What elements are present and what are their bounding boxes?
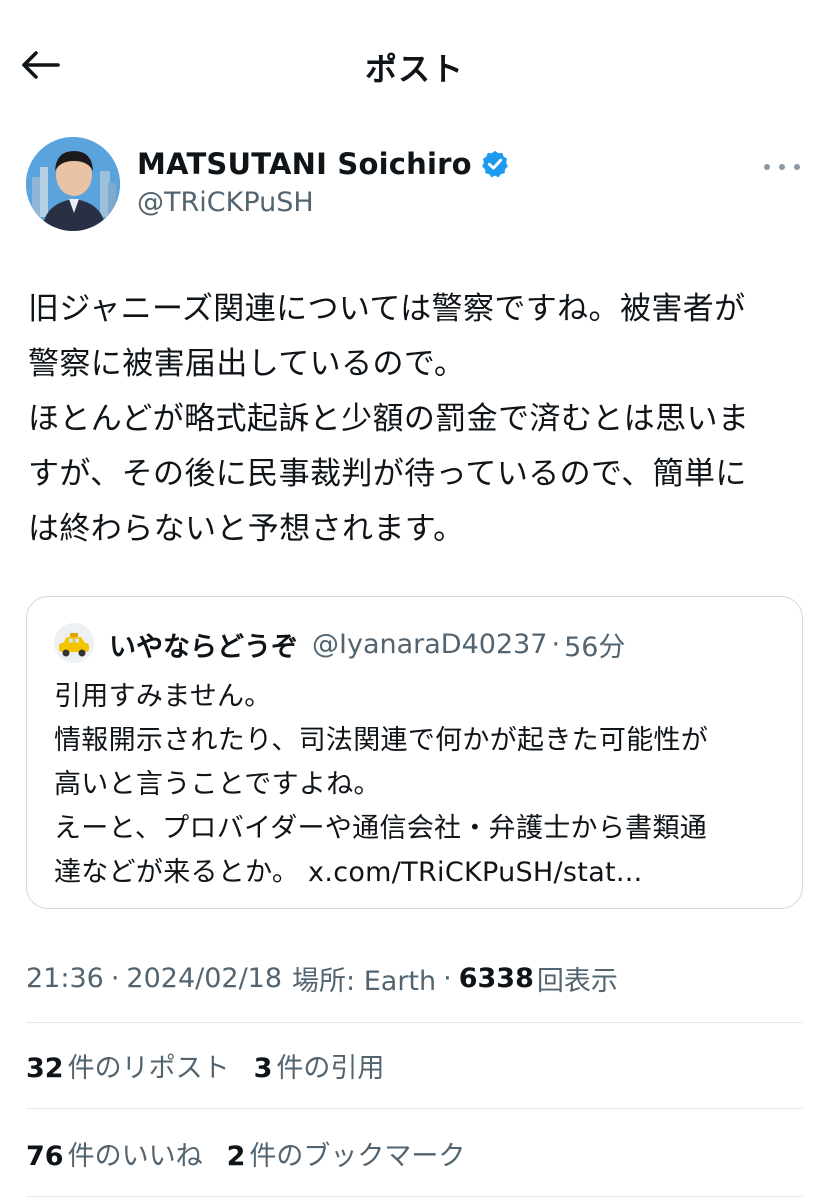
- more-options-icon[interactable]: [764, 159, 800, 175]
- divider: [26, 1196, 803, 1197]
- likes-label: 件のいいね: [67, 1140, 203, 1172]
- quoted-author-name: いやならどうぞ: [109, 631, 298, 663]
- reposts-count: 32: [26, 1052, 64, 1084]
- quoted-header: いやならどうぞ @IyanaraD40237 · 56分: [109, 624, 625, 664]
- post-line: ほとんどが略式起訴と少額の罰金で済むとは思いま: [28, 401, 750, 437]
- post-line: は終わらないと予想されます。: [28, 511, 465, 547]
- reposts-stat[interactable]: 32 件のリポスト: [26, 1046, 230, 1085]
- verified-badge-icon: [481, 150, 508, 178]
- quoted-line: 情報開示されたり、司法関連で何かが起きた可能性が: [54, 725, 709, 756]
- quoted-line: えーと、プロバイダーや通信会社・弁護士から書類通: [54, 813, 708, 844]
- quoted-body: 引用すみません。 情報開示されたり、司法関連で何かが起きた可能性が 高いと言うこ…: [54, 675, 794, 895]
- page-title: ポスト: [364, 50, 464, 88]
- bookmarks-stat[interactable]: 2 件のブックマーク: [227, 1134, 466, 1173]
- post-detail-page: ポスト MATSUTANI Soichiro @TRiCKPuSH 旧ジャニーズ…: [0, 0, 829, 1200]
- bookmarks-label: 件のブックマーク: [249, 1140, 466, 1172]
- like-stats-row: 76 件のいいね 2 件のブックマーク: [26, 1131, 489, 1175]
- post-line: すが、その後に民事裁判が待っているので、簡単に: [28, 456, 747, 492]
- quoted-time: 56分: [564, 631, 626, 663]
- top-bar: ポスト: [0, 0, 829, 130]
- separator-dot: ·: [443, 962, 452, 994]
- reposts-label: 件のリポスト: [67, 1052, 230, 1084]
- quoted-author-handle: @IyanaraD40237: [312, 628, 548, 660]
- likes-count: 76: [26, 1140, 64, 1172]
- separator-dot: ·: [110, 962, 120, 994]
- quoted-line: 引用すみません。: [54, 681, 272, 712]
- post-date[interactable]: 2024/02/18: [126, 963, 282, 994]
- author-name-text: MATSUTANI Soichiro: [137, 147, 472, 181]
- taxi-icon: [54, 623, 94, 663]
- divider: [26, 1108, 803, 1109]
- quotes-stat[interactable]: 3 件の引用: [254, 1046, 385, 1085]
- likes-stat[interactable]: 76 件のいいね: [26, 1134, 203, 1173]
- author-name[interactable]: MATSUTANI Soichiro: [137, 147, 510, 181]
- quoted-line: 高いと言うことですよね。: [54, 769, 381, 800]
- quotes-label: 件の引用: [276, 1052, 385, 1084]
- post-body: 旧ジャニーズ関連については警察ですね。被害者が 警察に被害届出しているので。 ほ…: [28, 282, 812, 557]
- views-label: 回表示: [536, 965, 618, 997]
- divider: [26, 1022, 803, 1023]
- views-count: 6338: [458, 962, 534, 994]
- quotes-count: 3: [253, 1052, 273, 1084]
- avatar[interactable]: [26, 137, 120, 231]
- quoted-line: 達などが来るとか。 x.com/TRiCKPuSH/stat...: [54, 857, 643, 888]
- repost-stats-row: 32 件のリポスト 3 件の引用: [26, 1043, 408, 1087]
- quoted-avatar: [54, 623, 94, 663]
- author-handle[interactable]: @TRiCKPuSH: [137, 187, 314, 218]
- post-time[interactable]: 21:36: [26, 963, 104, 994]
- avatar-image: [26, 137, 120, 231]
- bookmarks-count: 2: [226, 1140, 246, 1172]
- post-location: 場所: Earth: [292, 965, 437, 997]
- separator-dot: ·: [551, 628, 561, 660]
- post-line: 警察に被害届出しているので。: [28, 346, 466, 382]
- quoted-post-card[interactable]: いやならどうぞ @IyanaraD40237 · 56分 引用すみません。 情報…: [26, 596, 803, 909]
- post-line: 旧ジャニーズ関連については警察ですね。被害者が: [28, 291, 746, 327]
- post-meta: 21:36 · 2024/02/18 場所: Earth · 6338 回表示: [26, 958, 618, 998]
- author-row: MATSUTANI Soichiro @TRiCKPuSH: [26, 137, 816, 237]
